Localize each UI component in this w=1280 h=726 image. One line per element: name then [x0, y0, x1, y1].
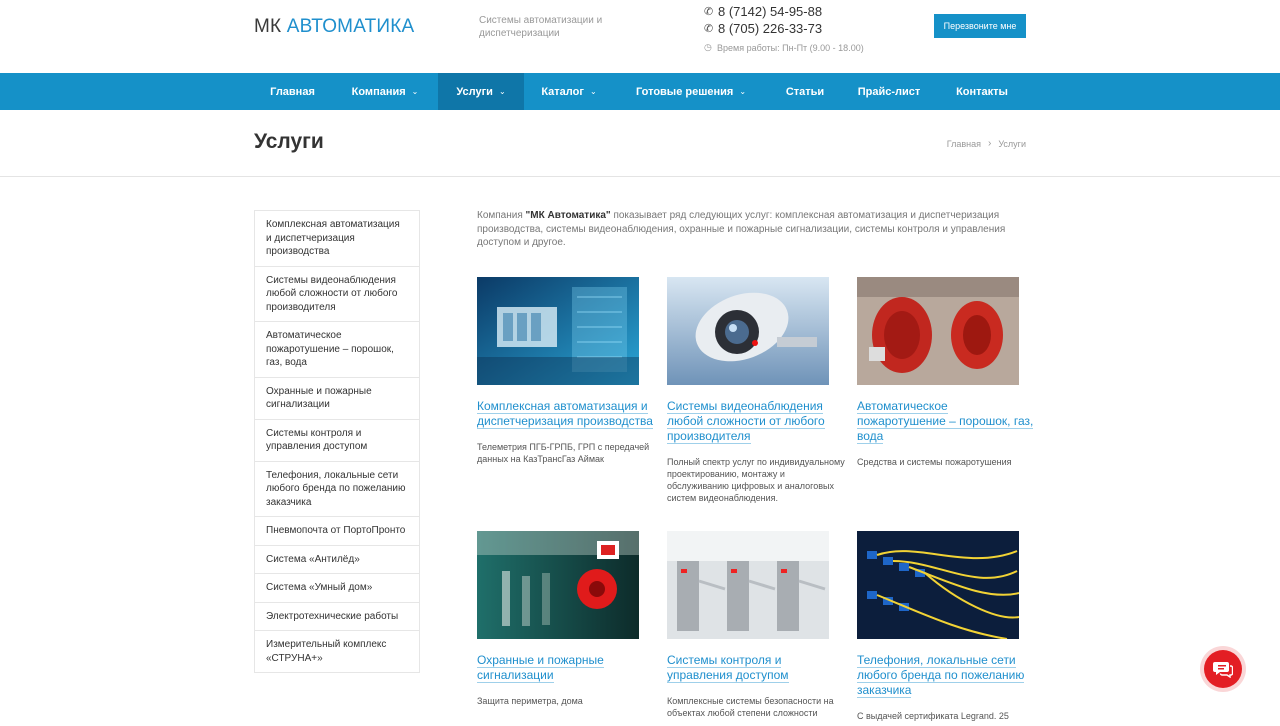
sidebar-item-alarms[interactable]: Охранные и пожарные сигнализации	[255, 378, 419, 420]
sidebar-item-antiice[interactable]: Система «Антилёд»	[255, 546, 419, 574]
work-hours: ◷ Время работы: Пн-Пт (9.00 - 18.00)	[704, 42, 864, 53]
intro-prefix: Компания	[477, 210, 526, 221]
fire-alarm-image[interactable]	[477, 531, 639, 639]
service-description: Защита периметра, дома	[477, 696, 583, 706]
chevron-down-icon: ⌄	[411, 87, 419, 96]
callback-button[interactable]: Перезвоните мне	[934, 14, 1026, 38]
sidebar-item-cctv[interactable]: Системы видеонаблюдения любой сложности …	[255, 267, 419, 322]
nav-label: Прайс-лист	[857, 85, 921, 98]
nav-item-articles[interactable]: Статьи	[770, 73, 840, 110]
phone-number: 8 (7142) 54-95-88	[718, 4, 823, 19]
nav-label: Услуги	[456, 85, 493, 98]
nav-item-contacts[interactable]: Контакты	[940, 73, 1024, 110]
nav-item-services[interactable]: Услуги ⌄	[438, 73, 524, 110]
nav-label: Готовые решения	[635, 85, 734, 98]
nav-label: Каталог	[541, 85, 584, 98]
service-card: Комплексная автоматизация и диспетчериза…	[477, 277, 655, 465]
breadcrumb-home[interactable]: Главная	[947, 139, 981, 149]
network-cables-image[interactable]	[857, 531, 1019, 639]
chevron-down-icon: ⌄	[589, 87, 597, 96]
service-title-link[interactable]: Комплексная автоматизация и диспетчериза…	[477, 399, 655, 429]
nav-label: Статьи	[785, 85, 825, 98]
sidebar-item-struna[interactable]: Измерительный комплекс «СТРУНА+»	[255, 631, 419, 672]
nav-item-pricelist[interactable]: Прайс-лист	[848, 73, 930, 110]
breadcrumb: Главная › Услуги	[947, 138, 1026, 149]
service-description: Средства и системы пожаротушения	[857, 457, 1012, 467]
logo-brand-text: АВТОМАТИКА	[286, 16, 415, 37]
tagline: Системы автоматизации и диспетчеризации	[479, 15, 603, 39]
service-title-link[interactable]: Автоматическое пожаротушение – порошок, …	[857, 399, 1035, 444]
cctv-camera-image[interactable]	[667, 277, 829, 385]
sidebar-item-smart-home[interactable]: Система «Умный дом»	[255, 574, 419, 603]
service-title-link[interactable]: Телефония, локальные сети любого бренда …	[857, 653, 1035, 698]
nav-label: Главная	[270, 85, 315, 98]
nav-label: Компания	[351, 85, 406, 98]
service-card: Системы видеонаблюдения любой сложности …	[667, 277, 845, 504]
service-description: Комплексные системы безопасности на объе…	[667, 696, 834, 718]
sidebar-item-automation[interactable]: Комплексная автоматизация и диспетчериза…	[255, 211, 419, 267]
work-hours-text: Время работы: Пн-Пт (9.00 - 18.00)	[717, 42, 864, 53]
logo-mk-text: МК	[254, 16, 282, 37]
automation-panel-image[interactable]	[477, 277, 639, 385]
sidebar-menu: Комплексная автоматизация и диспетчериза…	[254, 210, 420, 673]
page-title-band: Услуги Главная › Услуги	[0, 110, 1280, 177]
service-card: Автоматическое пожаротушение – порошок, …	[857, 277, 1035, 468]
site-header: МК АВТОМАТИКА Системы автоматизации и ди…	[0, 0, 1280, 73]
nav-item-solutions[interactable]: Готовые решения ⌄	[622, 73, 760, 110]
chevron-down-icon: ⌄	[739, 87, 747, 96]
nav-item-company[interactable]: Компания ⌄	[335, 73, 435, 110]
service-card: Системы контроля и управления доступом К…	[667, 531, 845, 719]
intro-text: Компания "МК Автоматика" показывает ряд …	[477, 209, 1027, 250]
service-title-link[interactable]: Системы видеонаблюдения любой сложности …	[667, 399, 845, 444]
breadcrumb-current: Услуги	[998, 138, 1026, 149]
service-card: Охранные и пожарные сигнализации Защита …	[477, 531, 655, 707]
chat-button[interactable]	[1204, 650, 1242, 688]
phone-icon: ✆	[704, 6, 714, 18]
service-description: С выдачей сертификата Legrand. 25	[857, 711, 1009, 721]
sidebar-item-access-control[interactable]: Системы контроля и управления доступом	[255, 420, 419, 462]
nav-item-home[interactable]: Главная	[254, 73, 331, 110]
turnstile-image[interactable]	[667, 531, 829, 639]
intro-company: "МК Автоматика"	[525, 210, 611, 221]
nav-label: Контакты	[956, 85, 1008, 98]
fire-extinguisher-image[interactable]	[857, 277, 1019, 385]
phone-2[interactable]: ✆ 8 (705) 226-33-73	[704, 20, 864, 37]
logo[interactable]: МК АВТОМАТИКА	[254, 16, 414, 38]
chevron-right-icon: ›	[987, 138, 992, 149]
phones-block: ✆ 8 (7142) 54-95-88 ✆ 8 (705) 226-33-73 …	[704, 3, 864, 53]
service-description: Телеметрия ПГБ-ГРПБ, ГРП с передачей дан…	[477, 442, 650, 464]
sidebar-item-electrical[interactable]: Электротехнические работы	[255, 603, 419, 631]
chevron-down-icon: ⌄	[498, 87, 506, 96]
clock-icon: ◷	[704, 42, 712, 52]
main-nav: Главная Компания ⌄ Услуги ⌄ Каталог ⌄ Го…	[0, 73, 1280, 110]
service-title-link[interactable]: Охранные и пожарные сигнализации	[477, 653, 655, 683]
sidebar-item-telephony[interactable]: Телефония, локальные сети любого бренда …	[255, 462, 419, 517]
service-title-link[interactable]: Системы контроля и управления доступом	[667, 653, 845, 683]
phone-icon: ✆	[704, 23, 714, 35]
phone-number: 8 (705) 226-33-73	[718, 21, 823, 36]
service-description: Полный спектр услуг по индивидуальному п…	[667, 457, 845, 503]
page-title: Услуги	[254, 130, 324, 153]
nav-item-catalog[interactable]: Каталог ⌄	[526, 73, 612, 110]
phone-1[interactable]: ✆ 8 (7142) 54-95-88	[704, 3, 864, 20]
service-card: Телефония, локальные сети любого бренда …	[857, 531, 1035, 722]
sidebar-item-pneumatic-mail[interactable]: Пневмопочта от ПортоПронто	[255, 517, 419, 546]
chat-bubble-icon	[1213, 662, 1233, 678]
sidebar-item-fire-suppression[interactable]: Автоматическое пожаротушение – порошок, …	[255, 322, 419, 378]
